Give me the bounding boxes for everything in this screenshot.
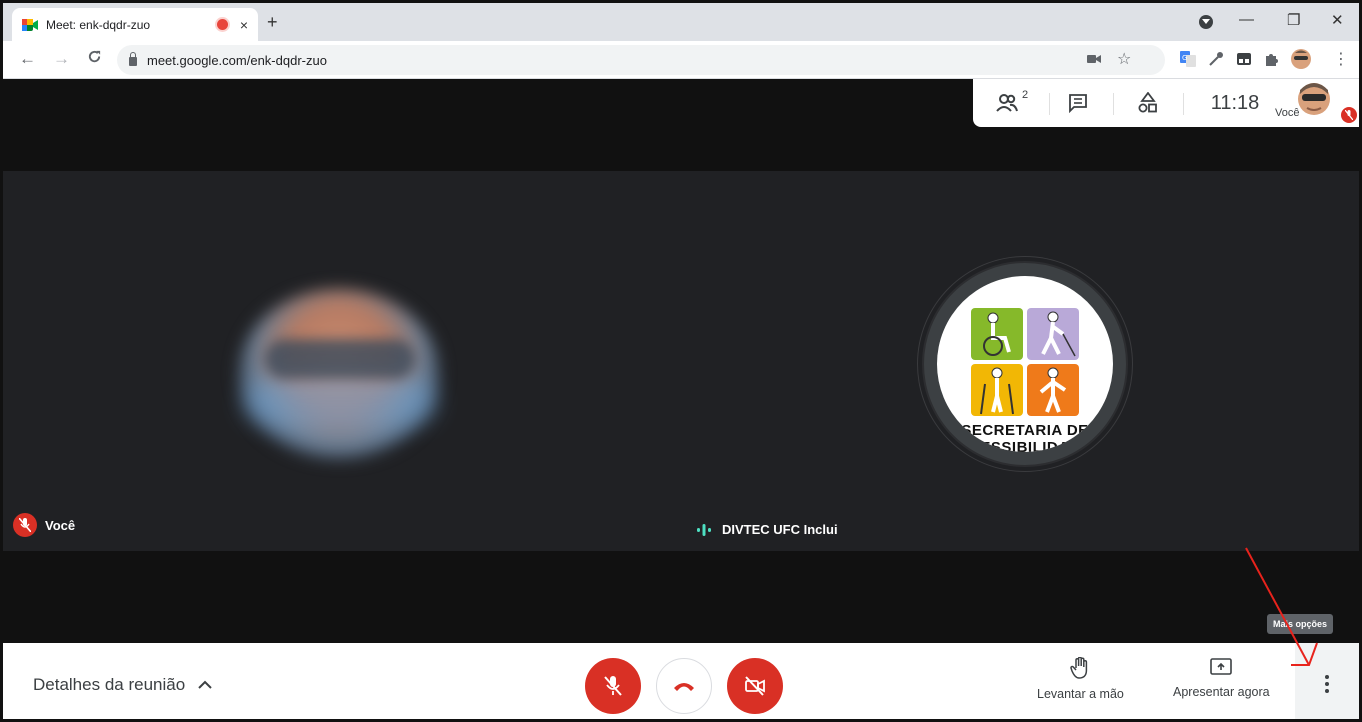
participant-tile-divtec[interactable]: SECRETARIA DE ESSIBILIDA DIVTEC UFC Incl… xyxy=(682,171,1359,551)
screen: Meet: enk-dqdr-zuo × + — ❐ ✕ ← → meet.go… xyxy=(0,0,1362,722)
profile-menu-icon[interactable] xyxy=(1199,15,1213,29)
more-vertical-icon xyxy=(1325,675,1329,693)
more-options-tooltip: Mais opções xyxy=(1266,614,1333,634)
bookmark-star-icon[interactable]: ☆ xyxy=(1117,49,1131,69)
window-minimize-button[interactable]: — xyxy=(1239,11,1254,28)
chat-icon xyxy=(1069,94,1087,113)
address-bar[interactable]: meet.google.com/enk-dqdr-zuo ☆ xyxy=(117,45,1165,75)
clock-time: 11:18 xyxy=(1210,91,1260,114)
camera-in-use-icon[interactable] xyxy=(1087,52,1101,67)
present-now-button[interactable]: Apresentar agora xyxy=(1173,657,1270,699)
mic-off-icon xyxy=(1341,107,1357,123)
tab-close-button[interactable]: × xyxy=(240,17,248,33)
secretaria-acessibilidade-logo: SECRETARIA DE ESSIBILIDA xyxy=(937,276,1113,452)
participant-avatar-ring: SECRETARIA DE ESSIBILIDA xyxy=(922,261,1128,467)
back-arrow-icon[interactable]: ← xyxy=(19,49,36,69)
forward-arrow-icon[interactable]: → xyxy=(53,49,70,69)
self-view-thumbnail[interactable]: Você xyxy=(1275,79,1359,127)
raise-hand-icon xyxy=(1070,657,1088,679)
people-icon xyxy=(996,94,1018,112)
meet-top-bar: 2 11:18 Você xyxy=(973,79,1359,127)
participant-tile-self[interactable]: Você xyxy=(3,171,682,551)
toggle-camera-button[interactable] xyxy=(727,658,783,714)
activities-button[interactable] xyxy=(1133,79,1163,127)
window-restore-button[interactable]: ❐ xyxy=(1287,11,1300,29)
participant-name-label: Você xyxy=(13,513,75,537)
leave-call-button[interactable] xyxy=(656,658,712,714)
browser-tab-bar: Meet: enk-dqdr-zuo × + — ❐ ✕ xyxy=(3,3,1359,41)
new-tab-button[interactable]: + xyxy=(267,12,278,33)
google-meet-icon xyxy=(22,18,38,31)
present-now-label: Apresentar agora xyxy=(1173,685,1270,699)
url-text: meet.google.com/enk-dqdr-zuo xyxy=(147,52,327,68)
meet-bottom-bar: Detalhes da reunião Levantar a mão Apres… xyxy=(3,643,1359,719)
logo-text-line1: SECRETARIA DE xyxy=(961,422,1089,439)
video-tiles: Você SECRETARIA DE ESSIBILIDA DIVTEC UFC… xyxy=(3,171,1359,551)
meeting-details-button[interactable]: Detalhes da reunião xyxy=(33,675,213,695)
divider xyxy=(1049,93,1050,115)
eyedropper-extension-icon[interactable] xyxy=(1208,51,1224,67)
participants-button[interactable]: 2 xyxy=(989,79,1035,127)
hang-up-icon xyxy=(674,683,694,691)
divider xyxy=(1183,93,1184,115)
recording-icon xyxy=(216,19,228,30)
participant-name: Você xyxy=(45,517,76,533)
self-avatar xyxy=(1298,83,1331,115)
shapes-icon xyxy=(1138,92,1157,113)
browser-tab-meet[interactable]: Meet: enk-dqdr-zuo × xyxy=(12,8,258,41)
blind-person-icon xyxy=(1027,308,1079,360)
mic-off-icon xyxy=(13,513,37,537)
wheelchair-user-icon xyxy=(971,308,1023,360)
chevron-up-icon xyxy=(198,680,212,689)
chrome-menu-icon[interactable]: ⋮ xyxy=(1333,49,1349,69)
divider xyxy=(1113,93,1114,115)
blurred-self-video-detail xyxy=(245,371,435,431)
lock-icon xyxy=(129,51,137,66)
raise-hand-label: Levantar a mão xyxy=(1037,687,1124,701)
mic-off-icon xyxy=(604,676,622,696)
self-label: Você xyxy=(1275,107,1300,119)
browser-toolbar: ← → meet.google.com/enk-dqdr-zuo ☆ G ⋮ xyxy=(3,41,1359,79)
participants-count: 2 xyxy=(1021,89,1029,101)
meet-stage: 2 11:18 Você Você SECRETARIA DE ESSIBILI… xyxy=(3,79,1359,643)
reload-icon[interactable] xyxy=(87,49,102,69)
tab-extension-icon[interactable] xyxy=(1236,51,1252,67)
raise-hand-button[interactable]: Levantar a mão xyxy=(1037,657,1124,701)
window-close-button[interactable]: ✕ xyxy=(1331,11,1344,29)
chat-button[interactable] xyxy=(1063,79,1093,127)
present-screen-icon xyxy=(1210,658,1233,675)
meeting-details-label: Detalhes da reunião xyxy=(33,675,186,694)
profile-avatar-icon[interactable] xyxy=(1291,49,1311,69)
more-options-button[interactable] xyxy=(1295,643,1359,719)
puzzle-extensions-icon[interactable] xyxy=(1263,51,1279,67)
svg-text:G: G xyxy=(1182,54,1187,62)
participant-name-label: DIVTEC UFC Inclui xyxy=(696,522,838,537)
logo-text-line2: ESSIBILIDA xyxy=(980,439,1070,452)
blurred-self-video-detail xyxy=(265,339,415,379)
person-icon xyxy=(1027,364,1079,416)
participant-name: DIVTEC UFC Inclui xyxy=(722,522,838,537)
camera-off-icon xyxy=(745,676,765,696)
speaking-indicator-icon xyxy=(697,523,711,536)
meeting-clock: 11:18 xyxy=(1205,79,1265,127)
tab-title: Meet: enk-dqdr-zuo xyxy=(46,17,151,32)
google-translate-extension-icon[interactable]: G xyxy=(1180,51,1196,67)
crutches-person-icon xyxy=(971,364,1023,416)
toggle-microphone-button[interactable] xyxy=(585,658,641,714)
